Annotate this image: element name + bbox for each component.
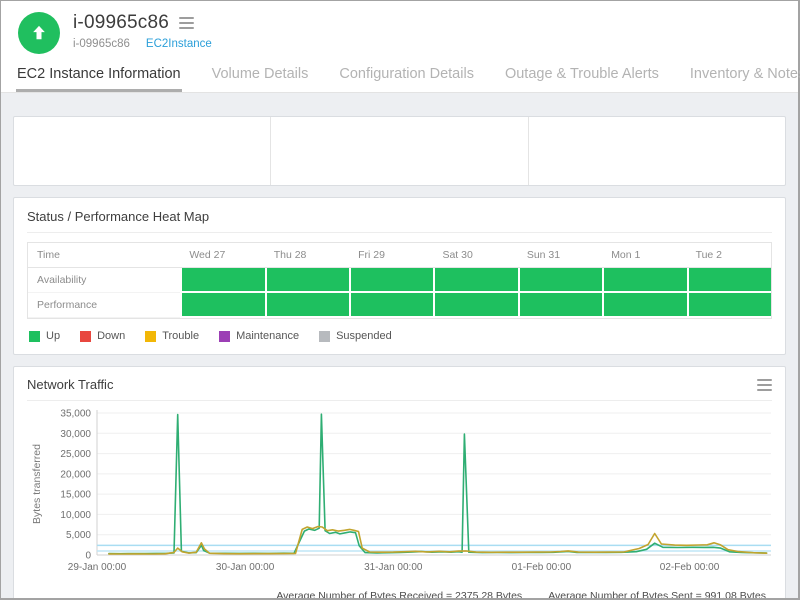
- stat-cpu-utilization: [270, 117, 527, 185]
- svg-text:31-Jan 00:00: 31-Jan 00:00: [364, 562, 423, 573]
- network-traffic-panel: Network Traffic 0 5,000 10,000 15,000 20,000…: [13, 366, 786, 598]
- svg-text:15,000: 15,000: [60, 490, 91, 501]
- heatmap-header-row: Time Wed 27 Thu 28 Fri 29 Sat 30 Sun 31 Mon 1T…: [28, 243, 771, 268]
- heatmap-col-mon-1: Mon 1: [602, 243, 687, 268]
- heatmap-cell-up: [433, 293, 518, 318]
- legend-swatch-up: [29, 330, 40, 342]
- heatmap-cell-up: [602, 268, 687, 293]
- svg-text:02-Feb 00:00: 02-Feb 00:00: [660, 562, 720, 573]
- summary-stats-panel: [13, 116, 786, 186]
- legend-item-trouble: Trouble: [145, 330, 199, 342]
- heatmap-title: Status / Performance Heat Map: [27, 209, 210, 224]
- heatmap-col-thu-28: Thu 28: [264, 243, 350, 268]
- status-up-icon: [18, 12, 60, 54]
- heatmap-row-label: Availability: [28, 268, 181, 293]
- legend-swatch-maintenance: [219, 330, 231, 342]
- heatmap-table: Time Wed 27 Thu 28 Fri 29 Sat 30 Sun 31 Mon 1T…: [27, 242, 772, 319]
- heatmap-cell-up: [433, 268, 518, 293]
- heatmap-col-tue-2: Tue 2: [686, 243, 771, 268]
- heatmap-legend: Up Down Trouble Maintenance Suspended: [27, 330, 772, 342]
- tab-ec2-instance-information[interactable]: EC2 Instance Information: [16, 62, 182, 92]
- heatmap-row-label: Performance: [28, 293, 181, 318]
- avg-bytes-received-label: Average Number of Bytes Received = 2375.…: [276, 590, 523, 598]
- legend-label: Maintenance: [236, 330, 300, 342]
- legend-swatch-suspended: [319, 330, 331, 342]
- network-traffic-svg: 0 5,000 10,000 15,000 20,000 25,000 30,000 35,0…: [31, 409, 771, 573]
- svg-text:25,000: 25,000: [60, 449, 91, 460]
- heatmap-cell-up: [349, 268, 434, 293]
- page-content: Status / Performance Heat Map Time Wed 27…: [1, 92, 798, 598]
- monitor-actions-menu-icon[interactable]: [179, 17, 195, 29]
- heatmap-cell-up: [349, 293, 434, 318]
- svg-text:01-Feb 00:00: 01-Feb 00:00: [512, 562, 572, 573]
- svg-text:5,000: 5,000: [66, 530, 91, 541]
- svg-text:0: 0: [85, 551, 91, 562]
- stat-downtimes: [527, 117, 785, 185]
- heatmap-row-performance: Performance: [28, 293, 771, 318]
- legend-swatch-trouble: [145, 330, 157, 342]
- svg-text:35,000: 35,000: [60, 409, 91, 420]
- heatmap-col-time: Time: [28, 243, 181, 268]
- heatmap-cell-up: [517, 293, 603, 318]
- heatmap-cell-up: [180, 293, 265, 318]
- heatmap-cell-up: [686, 268, 771, 293]
- heatmap-body: Availability Performance: [28, 268, 771, 318]
- heatmap-cell-up: [686, 293, 771, 318]
- up-arrow-icon: [33, 25, 45, 40]
- tab-outage-trouble-alerts[interactable]: Outage & Trouble Alerts: [504, 62, 660, 92]
- legend-label: Suspended: [336, 330, 392, 342]
- monitor-id-label: i-09965c86: [73, 38, 130, 50]
- network-traffic-chart: 0 5,000 10,000 15,000 20,000 25,000 30,000 35,0…: [27, 407, 772, 588]
- series-bytes-sent: [108, 525, 768, 555]
- tab-inventory-notes[interactable]: Inventory & Notes: [689, 62, 800, 92]
- heatmap-cell-up: [602, 293, 687, 318]
- page-title: i-09965c86: [73, 12, 170, 33]
- heatmap-cell-up: [264, 293, 350, 318]
- legend-item-suspended: Suspended: [319, 330, 392, 342]
- svg-text:30,000: 30,000: [60, 429, 91, 440]
- monitor-type-link[interactable]: EC2Instance: [146, 38, 212, 50]
- legend-item-down: Down: [80, 330, 125, 342]
- heatmap-cell-up: [264, 268, 350, 293]
- heatmap-col-sun-31: Sun 31: [517, 243, 603, 268]
- legend-label: Down: [97, 330, 126, 342]
- tab-configuration-details[interactable]: Configuration Details: [338, 62, 475, 92]
- avg-bytes-sent-label: Average Number of Bytes Sent = 991.08 By…: [548, 590, 766, 598]
- stat-availability: [14, 117, 270, 185]
- svg-text:20,000: 20,000: [60, 469, 91, 480]
- header-text: i-09965c86 i-09965c86 EC2Instance: [73, 12, 212, 50]
- network-traffic-title: Network Traffic: [27, 377, 114, 392]
- tab-volume-details[interactable]: Volume Details: [211, 62, 310, 92]
- legend-item-up: Up: [29, 330, 60, 342]
- chart-options-menu-icon[interactable]: [757, 378, 772, 391]
- heatmap-panel: Status / Performance Heat Map Time Wed 27…: [13, 197, 786, 355]
- heatmap-col-wed-27: Wed 27: [180, 243, 265, 268]
- chart-averages: Average Number of Bytes Received = 2375.…: [27, 590, 772, 598]
- svg-text:10,000: 10,000: [60, 510, 91, 521]
- app-window: i-09965c86 i-09965c86 EC2Instance EC2 In…: [0, 0, 800, 600]
- heatmap-cell-up: [180, 268, 265, 293]
- tab-bar: EC2 Instance Information Volume Details Co…: [1, 56, 800, 92]
- legend-swatch-down: [80, 330, 92, 342]
- y-axis-label: Bytes transferred: [31, 444, 43, 524]
- svg-text:30-Jan 00:00: 30-Jan 00:00: [216, 562, 275, 573]
- series-bytes-received: [108, 413, 768, 555]
- heatmap-row-availability: Availability: [28, 268, 771, 293]
- heatmap-cell-up: [517, 268, 603, 293]
- heatmap-col-fri-29: Fri 29: [349, 243, 434, 268]
- legend-item-maintenance: Maintenance: [219, 330, 299, 342]
- monitor-header: i-09965c86 i-09965c86 EC2Instance: [1, 1, 798, 56]
- heatmap-col-sat-30: Sat 30: [433, 243, 518, 268]
- legend-label: Trouble: [162, 330, 200, 342]
- svg-text:29-Jan 00:00: 29-Jan 00:00: [68, 562, 127, 573]
- legend-label: Up: [46, 330, 61, 342]
